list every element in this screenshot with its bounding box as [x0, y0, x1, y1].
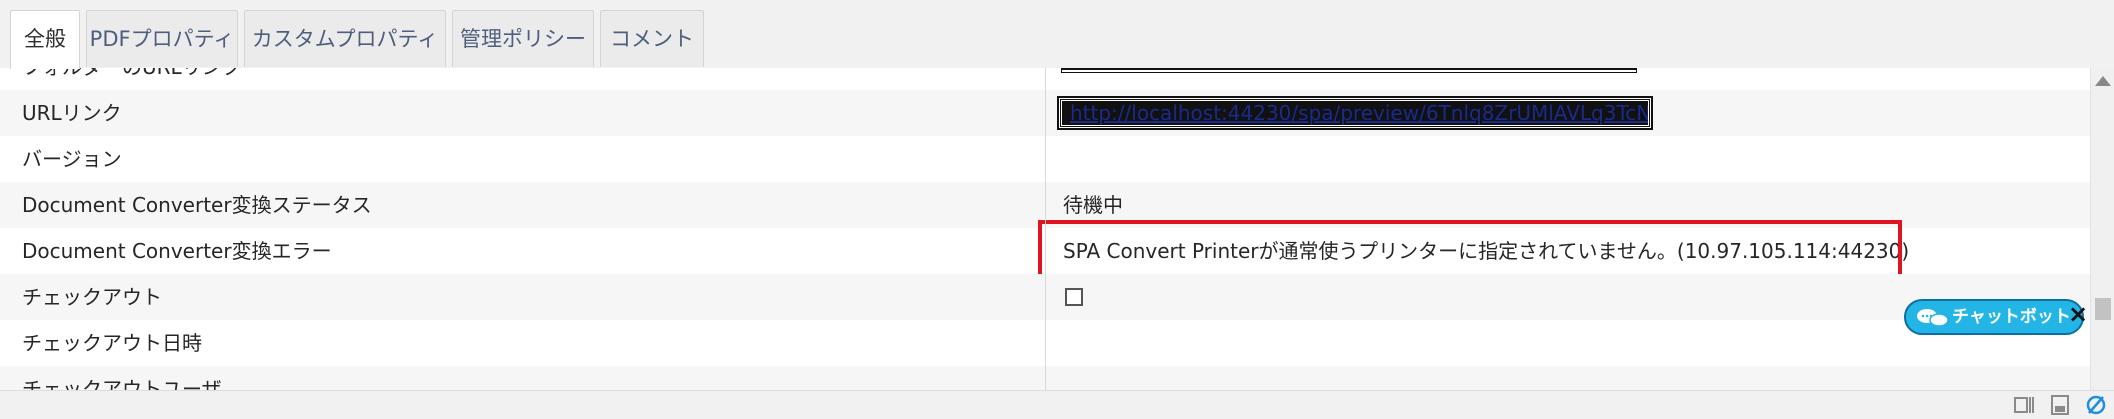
- property-table: フォルダーのURLリンク URLリンク http://localhost:442…: [0, 68, 2090, 390]
- scrollbar-thumb[interactable]: [2095, 298, 2111, 320]
- tab-bar: 全般 PDFプロパティ カスタムプロパティ 管理ポリシー コメント: [0, 0, 2114, 69]
- url-link[interactable]: http://localhost:44230/spa/preview/6Tnlq…: [1062, 101, 1648, 125]
- property-value: 待機中: [1063, 193, 1123, 217]
- tab-comments[interactable]: コメント: [600, 10, 704, 67]
- url-link-field: http://localhost:44230/spa/preview/6Tnlq…: [1057, 96, 1653, 130]
- tab-management-policy[interactable]: 管理ポリシー: [452, 10, 594, 67]
- tab-custom-properties[interactable]: カスタムプロパティ: [244, 10, 446, 67]
- property-label: バージョン: [22, 147, 122, 171]
- tab-pdf-properties[interactable]: PDFプロパティ: [86, 10, 238, 67]
- property-label: チェックアウト: [22, 285, 162, 309]
- save-icon[interactable]: [2048, 394, 2072, 416]
- column-resize-icon[interactable]: [2012, 394, 2036, 416]
- property-label: フォルダーのURLリンク: [22, 68, 242, 90]
- vertical-scrollbar[interactable]: [2090, 68, 2114, 390]
- property-label: チェックアウト日時: [22, 331, 202, 355]
- scroll-up-icon[interactable]: [2095, 76, 2111, 86]
- error-message: SPA Convert Printerが通常使うプリンターに指定されていません。…: [1063, 239, 1910, 263]
- footer-toolbar: [0, 390, 2114, 419]
- redacted-folder-url: [1062, 68, 1636, 72]
- column-divider: [1045, 68, 1046, 390]
- tab-general[interactable]: 全般: [10, 10, 80, 69]
- property-label: チェックアウトユーザ: [22, 377, 222, 390]
- chatbot-button[interactable]: チャットボット: [1904, 299, 2084, 335]
- property-label: Document Converter変換ステータス: [22, 193, 372, 217]
- hide-icon[interactable]: [2084, 394, 2108, 416]
- chatbot-close-icon[interactable]: ×: [2068, 302, 2088, 326]
- property-label: URLリンク: [22, 101, 122, 125]
- chat-bubbles-icon: [1917, 309, 1949, 327]
- property-label: Document Converter変換エラー: [22, 239, 332, 263]
- chatbot-label: チャットボット: [1952, 307, 2071, 327]
- checkout-checkbox[interactable]: [1065, 288, 1083, 306]
